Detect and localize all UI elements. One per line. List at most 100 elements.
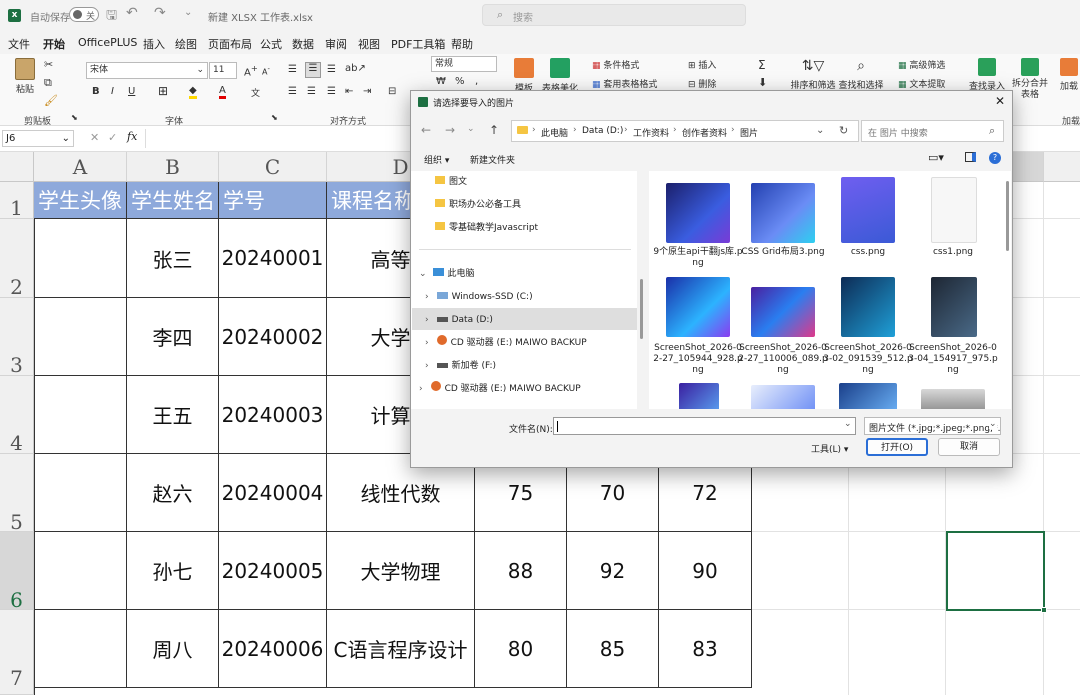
view-options-icon[interactable]: ▭▾ bbox=[928, 151, 944, 164]
menu-officeplus[interactable]: OfficePLUS bbox=[78, 36, 137, 49]
align-bottom-icon[interactable]: ☰ bbox=[327, 64, 336, 75]
filename-input[interactable]: ⌄ bbox=[553, 417, 856, 435]
currency-icon[interactable]: ₩ bbox=[436, 76, 446, 87]
menu-pdf-tools[interactable]: PDF工具箱 bbox=[391, 36, 445, 52]
name-cell[interactable]: 孙七 bbox=[127, 532, 219, 610]
menu-view[interactable]: 视图 bbox=[358, 36, 380, 52]
selected-cell-j6[interactable] bbox=[946, 531, 1045, 611]
avatar-cell[interactable] bbox=[34, 454, 127, 532]
score-cell[interactable]: 80 bbox=[475, 610, 567, 688]
customize-qat-icon[interactable]: ⌄ bbox=[184, 7, 192, 18]
file-thumbnail[interactable] bbox=[751, 183, 815, 243]
cut-icon[interactable]: ✂ bbox=[44, 58, 53, 71]
autosave-toggle[interactable]: 关 bbox=[69, 7, 99, 22]
menu-file[interactable]: 文件 bbox=[8, 36, 30, 52]
cancel-button[interactable]: 取消 bbox=[938, 438, 1000, 456]
delete-cells-button[interactable]: ⊟ 删除 bbox=[688, 77, 716, 90]
file-name[interactable]: ScreenShot_2026-03-02_091539_512.png bbox=[823, 343, 913, 376]
recent-dropdown-icon[interactable]: ⌄ bbox=[467, 124, 475, 134]
file-name[interactable]: ScreenShot_2026-03-04_154917_975.png bbox=[908, 343, 998, 376]
file-thumbnail[interactable] bbox=[666, 183, 730, 243]
fill-icon[interactable]: ⬇ bbox=[758, 76, 767, 89]
tree-item-tuwen[interactable]: 图文 bbox=[435, 171, 467, 193]
avatar-cell[interactable] bbox=[34, 219, 127, 298]
number-format-select[interactable]: 常规 bbox=[431, 56, 497, 72]
refresh-icon[interactable]: ↻ bbox=[839, 124, 848, 137]
autosum-icon[interactable]: Σ bbox=[758, 58, 766, 72]
underline-icon[interactable]: U bbox=[128, 86, 135, 97]
header-cell-id[interactable]: 学号 bbox=[219, 182, 327, 219]
percent-icon[interactable]: % bbox=[455, 76, 465, 87]
menu-data[interactable]: 数据 bbox=[292, 36, 314, 52]
score-cell[interactable]: 83 bbox=[659, 610, 752, 688]
file-type-select[interactable]: 图片文件 (*.jpg;*.jpeg;*.png;*.b ⌄ bbox=[864, 417, 1001, 435]
name-box[interactable]: J6 ⌄ bbox=[2, 130, 74, 147]
column-header-a[interactable]: A bbox=[34, 152, 127, 182]
id-cell[interactable]: 20240004 bbox=[219, 454, 327, 532]
file-thumbnail-partial[interactable] bbox=[751, 385, 815, 409]
name-cell[interactable]: 李四 bbox=[127, 298, 219, 376]
file-thumbnail[interactable] bbox=[931, 277, 977, 337]
new-folder-button[interactable]: 新建文件夹 bbox=[470, 153, 515, 166]
id-cell[interactable]: 20240001 bbox=[219, 219, 327, 298]
row-header-1[interactable]: 1 bbox=[0, 182, 34, 220]
file-thumbnail-partial[interactable] bbox=[921, 389, 985, 409]
course-cell[interactable]: 大学物理 bbox=[327, 532, 475, 610]
find-entry-button[interactable]: 查找录入 bbox=[966, 58, 1008, 92]
menu-home[interactable]: 开始 bbox=[43, 36, 65, 56]
chevron-down-icon[interactable]: ⌄ bbox=[816, 125, 824, 136]
file-thumbnail-partial[interactable] bbox=[839, 383, 897, 409]
font-color-icon[interactable]: A bbox=[219, 85, 226, 99]
document-title[interactable]: 新建 XLSX 工作表.xlsx bbox=[208, 9, 313, 24]
row-header-7[interactable]: 7 bbox=[0, 610, 34, 695]
italic-icon[interactable]: I bbox=[111, 86, 114, 97]
file-thumbnail[interactable] bbox=[841, 177, 895, 243]
conditional-format-button[interactable]: ▦ 条件格式 bbox=[592, 58, 639, 71]
close-icon[interactable]: ✕ bbox=[995, 94, 1005, 108]
align-middle-icon[interactable]: ☰ bbox=[305, 62, 321, 78]
tree-item-cd-drive[interactable]: › CD 驱动器 (E:) MAIWO BACKUP bbox=[425, 332, 587, 354]
file-scrollbar[interactable] bbox=[1006, 181, 1009, 251]
score-cell[interactable]: 90 bbox=[659, 532, 752, 610]
avatar-cell[interactable] bbox=[34, 610, 127, 688]
id-cell[interactable]: 20240005 bbox=[219, 532, 327, 610]
file-thumbnail[interactable] bbox=[666, 277, 730, 337]
align-center-icon[interactable]: ☰ bbox=[307, 86, 316, 97]
score-cell[interactable]: 85 bbox=[567, 610, 659, 688]
search-box[interactable]: ⌕ 搜索 bbox=[482, 4, 746, 26]
nav-scrollbar[interactable] bbox=[640, 279, 643, 339]
breadcrumb-work[interactable]: 工作资料 bbox=[633, 126, 669, 139]
column-header-k[interactable] bbox=[1044, 152, 1080, 182]
align-right-icon[interactable]: ☰ bbox=[327, 86, 336, 97]
menu-formulas[interactable]: 公式 bbox=[260, 36, 282, 52]
template-button[interactable]: 模板 bbox=[512, 58, 536, 94]
tree-item-cd-drive-2[interactable]: › CD 驱动器 (E:) MAIWO BACKUP bbox=[419, 378, 581, 400]
undo-icon[interactable]: ↶ bbox=[126, 5, 138, 21]
file-name[interactable]: 9个原生api干翻js库.png bbox=[653, 247, 743, 269]
file-name[interactable]: css1.png bbox=[908, 247, 998, 258]
tree-item-windows-ssd[interactable]: › Windows-SSD (C:) bbox=[425, 286, 533, 308]
file-thumbnail-partial[interactable] bbox=[679, 383, 719, 409]
score-cell[interactable]: 92 bbox=[567, 532, 659, 610]
border-icon[interactable]: ⊞ bbox=[158, 84, 168, 98]
tree-item-data-d[interactable]: › Data (D:) bbox=[425, 309, 493, 331]
forward-arrow-icon[interactable]: → bbox=[445, 123, 455, 137]
address-bar[interactable]: › 此电脑 › Data (D:) › 工作资料 › 创作者资料 › 图片 ⌄ … bbox=[511, 120, 859, 142]
menu-draw[interactable]: 绘图 bbox=[175, 36, 197, 52]
back-arrow-icon[interactable]: ← bbox=[421, 123, 431, 137]
file-name[interactable]: ScreenShot_2026-02-27_105944_928.png bbox=[653, 343, 743, 376]
clipboard-launcher-icon[interactable]: ⬊ bbox=[71, 113, 78, 122]
name-cell[interactable]: 周八 bbox=[127, 610, 219, 688]
indent-icon[interactable]: ⇤ bbox=[345, 86, 353, 97]
copy-icon[interactable]: ⧉ bbox=[44, 76, 52, 90]
increase-font-icon[interactable]: A+ bbox=[244, 63, 258, 78]
id-cell[interactable]: 20240002 bbox=[219, 298, 327, 376]
menu-help[interactable]: 帮助 bbox=[451, 36, 473, 52]
fill-handle[interactable] bbox=[1041, 607, 1047, 613]
up-arrow-icon[interactable]: ↑ bbox=[489, 123, 499, 137]
preview-pane-icon[interactable] bbox=[965, 152, 976, 162]
align-top-icon[interactable]: ☰ bbox=[288, 64, 297, 75]
organize-button[interactable]: 组织 ▾ bbox=[424, 153, 449, 166]
tree-item-javascript[interactable]: 零基础教学Javascript bbox=[435, 217, 538, 239]
file-name[interactable]: ScreenShot_2026-02-27_110006_089.png bbox=[738, 343, 828, 376]
